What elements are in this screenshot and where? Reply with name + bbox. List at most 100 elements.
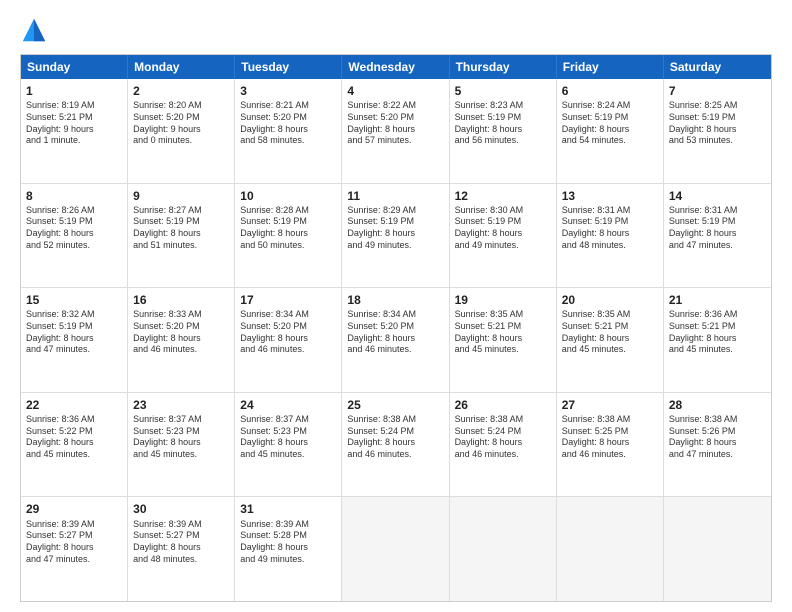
day-number: 22 bbox=[26, 397, 122, 413]
day-cell-26: 26Sunrise: 8:38 AM Sunset: 5:24 PM Dayli… bbox=[450, 393, 557, 497]
cell-info: Sunrise: 8:38 AM Sunset: 5:24 PM Dayligh… bbox=[455, 414, 551, 461]
day-number: 3 bbox=[240, 83, 336, 99]
day-cell-7: 7Sunrise: 8:25 AM Sunset: 5:19 PM Daylig… bbox=[664, 79, 771, 183]
cell-info: Sunrise: 8:29 AM Sunset: 5:19 PM Dayligh… bbox=[347, 205, 443, 252]
day-cell-20: 20Sunrise: 8:35 AM Sunset: 5:21 PM Dayli… bbox=[557, 288, 664, 392]
header-day-monday: Monday bbox=[128, 55, 235, 79]
cell-info: Sunrise: 8:23 AM Sunset: 5:19 PM Dayligh… bbox=[455, 100, 551, 147]
day-cell-24: 24Sunrise: 8:37 AM Sunset: 5:23 PM Dayli… bbox=[235, 393, 342, 497]
day-number: 20 bbox=[562, 292, 658, 308]
cell-info: Sunrise: 8:31 AM Sunset: 5:19 PM Dayligh… bbox=[669, 205, 766, 252]
cell-info: Sunrise: 8:37 AM Sunset: 5:23 PM Dayligh… bbox=[240, 414, 336, 461]
calendar: SundayMondayTuesdayWednesdayThursdayFrid… bbox=[20, 54, 772, 602]
page: SundayMondayTuesdayWednesdayThursdayFrid… bbox=[0, 0, 792, 612]
day-number: 21 bbox=[669, 292, 766, 308]
calendar-row-1: 8Sunrise: 8:26 AM Sunset: 5:19 PM Daylig… bbox=[21, 183, 771, 288]
calendar-row-4: 29 Sunrise: 8:39 AM Sunset: 5:27 PM Dayli… bbox=[21, 496, 771, 601]
empty-cell bbox=[664, 497, 771, 601]
cell-info: Sunrise: 8:38 AM Sunset: 5:25 PM Dayligh… bbox=[562, 414, 658, 461]
day-cell-11: 11Sunrise: 8:29 AM Sunset: 5:19 PM Dayli… bbox=[342, 184, 449, 288]
cell-info: Sunrise: 8:34 AM Sunset: 5:20 PM Dayligh… bbox=[240, 309, 336, 356]
day-number: 24 bbox=[240, 397, 336, 413]
day-cell-4: 4Sunrise: 8:22 AM Sunset: 5:20 PM Daylig… bbox=[342, 79, 449, 183]
day-number: 12 bbox=[455, 188, 551, 204]
day-number: 15 bbox=[26, 292, 122, 308]
logo bbox=[20, 16, 52, 44]
cell-info: Sunrise: 8:24 AM Sunset: 5:19 PM Dayligh… bbox=[562, 100, 658, 147]
cell-info: Sunrise: 8:27 AM Sunset: 5:19 PM Dayligh… bbox=[133, 205, 229, 252]
cell-info: Sunrise: 8:34 AM Sunset: 5:20 PM Dayligh… bbox=[347, 309, 443, 356]
cell-info: Sunrise: 8:39 AM Sunset: 5:27 PM Dayligh… bbox=[133, 519, 229, 566]
day-number: 29 bbox=[26, 501, 122, 517]
day-number: 28 bbox=[669, 397, 766, 413]
day-cell-13: 13Sunrise: 8:31 AM Sunset: 5:19 PM Dayli… bbox=[557, 184, 664, 288]
day-cell-16: 16Sunrise: 8:33 AM Sunset: 5:20 PM Dayli… bbox=[128, 288, 235, 392]
header bbox=[20, 16, 772, 44]
day-number: 27 bbox=[562, 397, 658, 413]
cell-info: Sunrise: 8:39 AM Sunset: 5:27 PM Dayligh… bbox=[26, 519, 122, 566]
day-cell-27: 27Sunrise: 8:38 AM Sunset: 5:25 PM Dayli… bbox=[557, 393, 664, 497]
day-cell-15: 15Sunrise: 8:32 AM Sunset: 5:19 PM Dayli… bbox=[21, 288, 128, 392]
day-number: 13 bbox=[562, 188, 658, 204]
day-number: 1 bbox=[26, 83, 122, 99]
calendar-body: 1Sunrise: 8:19 AM Sunset: 5:21 PM Daylig… bbox=[21, 79, 771, 601]
day-cell-19: 19Sunrise: 8:35 AM Sunset: 5:21 PM Dayli… bbox=[450, 288, 557, 392]
cell-info: Sunrise: 8:19 AM Sunset: 5:21 PM Dayligh… bbox=[26, 100, 122, 147]
cell-info: Sunrise: 8:36 AM Sunset: 5:22 PM Dayligh… bbox=[26, 414, 122, 461]
header-day-thursday: Thursday bbox=[450, 55, 557, 79]
day-cell-12: 12Sunrise: 8:30 AM Sunset: 5:19 PM Dayli… bbox=[450, 184, 557, 288]
calendar-row-0: 1Sunrise: 8:19 AM Sunset: 5:21 PM Daylig… bbox=[21, 79, 771, 183]
day-cell-2: 2Sunrise: 8:20 AM Sunset: 5:20 PM Daylig… bbox=[128, 79, 235, 183]
day-cell-30: 30 Sunrise: 8:39 AM Sunset: 5:27 PM Dayli… bbox=[128, 497, 235, 601]
header-day-friday: Friday bbox=[557, 55, 664, 79]
empty-cell bbox=[342, 497, 449, 601]
day-number: 14 bbox=[669, 188, 766, 204]
header-day-wednesday: Wednesday bbox=[342, 55, 449, 79]
calendar-header: SundayMondayTuesdayWednesdayThursdayFrid… bbox=[21, 55, 771, 79]
header-day-saturday: Saturday bbox=[664, 55, 771, 79]
day-cell-29: 29 Sunrise: 8:39 AM Sunset: 5:27 PM Dayli… bbox=[21, 497, 128, 601]
day-number: 11 bbox=[347, 188, 443, 204]
day-number: 16 bbox=[133, 292, 229, 308]
day-number: 17 bbox=[240, 292, 336, 308]
cell-info: Sunrise: 8:22 AM Sunset: 5:20 PM Dayligh… bbox=[347, 100, 443, 147]
cell-info: Sunrise: 8:26 AM Sunset: 5:19 PM Dayligh… bbox=[26, 205, 122, 252]
empty-cell bbox=[450, 497, 557, 601]
cell-info: Sunrise: 8:35 AM Sunset: 5:21 PM Dayligh… bbox=[562, 309, 658, 356]
calendar-row-3: 22Sunrise: 8:36 AM Sunset: 5:22 PM Dayli… bbox=[21, 392, 771, 497]
day-number: 4 bbox=[347, 83, 443, 99]
cell-info: Sunrise: 8:32 AM Sunset: 5:19 PM Dayligh… bbox=[26, 309, 122, 356]
day-number: 30 bbox=[133, 501, 229, 517]
header-day-sunday: Sunday bbox=[21, 55, 128, 79]
day-number: 26 bbox=[455, 397, 551, 413]
day-cell-23: 23Sunrise: 8:37 AM Sunset: 5:23 PM Dayli… bbox=[128, 393, 235, 497]
day-cell-8: 8Sunrise: 8:26 AM Sunset: 5:19 PM Daylig… bbox=[21, 184, 128, 288]
day-number: 18 bbox=[347, 292, 443, 308]
cell-info: Sunrise: 8:20 AM Sunset: 5:20 PM Dayligh… bbox=[133, 100, 229, 147]
day-number: 25 bbox=[347, 397, 443, 413]
header-day-tuesday: Tuesday bbox=[235, 55, 342, 79]
day-cell-22: 22Sunrise: 8:36 AM Sunset: 5:22 PM Dayli… bbox=[21, 393, 128, 497]
day-cell-17: 17Sunrise: 8:34 AM Sunset: 5:20 PM Dayli… bbox=[235, 288, 342, 392]
day-cell-3: 3Sunrise: 8:21 AM Sunset: 5:20 PM Daylig… bbox=[235, 79, 342, 183]
cell-info: Sunrise: 8:38 AM Sunset: 5:26 PM Dayligh… bbox=[669, 414, 766, 461]
day-number: 23 bbox=[133, 397, 229, 413]
day-cell-10: 10Sunrise: 8:28 AM Sunset: 5:19 PM Dayli… bbox=[235, 184, 342, 288]
cell-info: Sunrise: 8:39 AM Sunset: 5:28 PM Dayligh… bbox=[240, 519, 336, 566]
day-number: 7 bbox=[669, 83, 766, 99]
logo-icon bbox=[20, 16, 48, 44]
calendar-row-2: 15Sunrise: 8:32 AM Sunset: 5:19 PM Dayli… bbox=[21, 287, 771, 392]
cell-info: Sunrise: 8:30 AM Sunset: 5:19 PM Dayligh… bbox=[455, 205, 551, 252]
cell-info: Sunrise: 8:36 AM Sunset: 5:21 PM Dayligh… bbox=[669, 309, 766, 356]
day-number: 8 bbox=[26, 188, 122, 204]
day-cell-18: 18Sunrise: 8:34 AM Sunset: 5:20 PM Dayli… bbox=[342, 288, 449, 392]
day-number: 5 bbox=[455, 83, 551, 99]
cell-info: Sunrise: 8:28 AM Sunset: 5:19 PM Dayligh… bbox=[240, 205, 336, 252]
day-number: 6 bbox=[562, 83, 658, 99]
day-cell-31: 31Sunrise: 8:39 AM Sunset: 5:28 PM Dayli… bbox=[235, 497, 342, 601]
cell-info: Sunrise: 8:35 AM Sunset: 5:21 PM Dayligh… bbox=[455, 309, 551, 356]
day-cell-1: 1Sunrise: 8:19 AM Sunset: 5:21 PM Daylig… bbox=[21, 79, 128, 183]
cell-info: Sunrise: 8:38 AM Sunset: 5:24 PM Dayligh… bbox=[347, 414, 443, 461]
cell-info: Sunrise: 8:33 AM Sunset: 5:20 PM Dayligh… bbox=[133, 309, 229, 356]
cell-info: Sunrise: 8:25 AM Sunset: 5:19 PM Dayligh… bbox=[669, 100, 766, 147]
